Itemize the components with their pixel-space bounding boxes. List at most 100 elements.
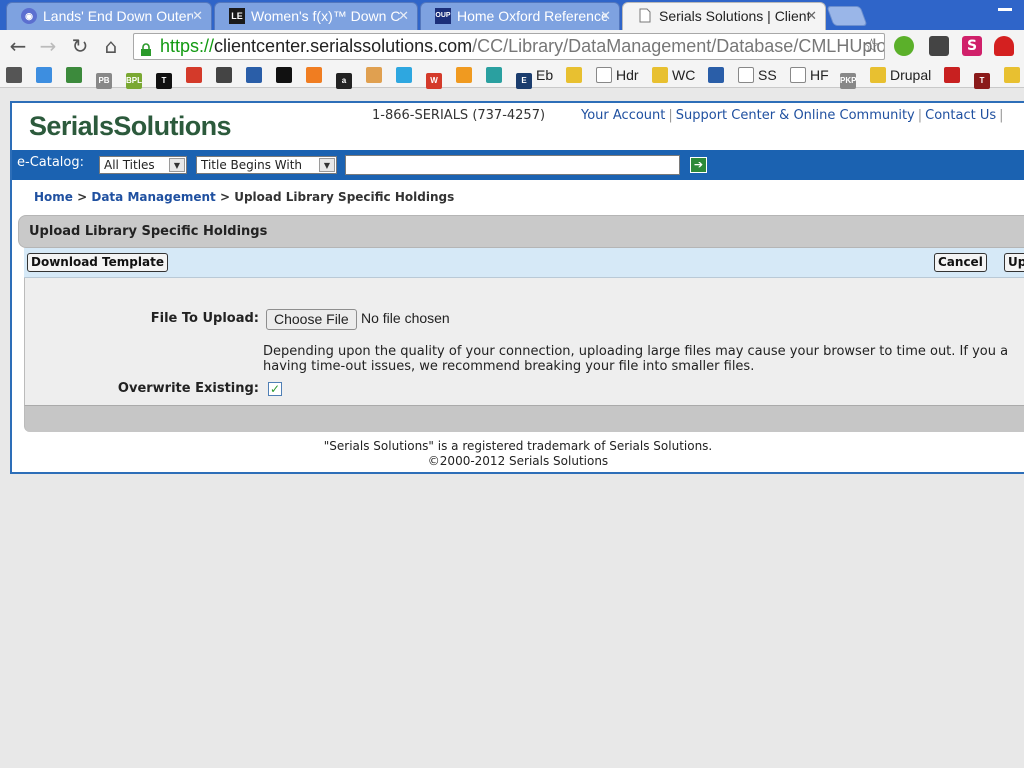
support-phone: 1-866-SERIALS (737-4257) <box>372 108 546 123</box>
new-tab-button[interactable] <box>826 6 868 26</box>
bookmark-star-icon[interactable]: ☆ <box>863 34 880 59</box>
copyright-notice: ©2000-2012 Serials Solutions <box>427 454 609 468</box>
bookmark-label: Hdr <box>616 67 639 83</box>
upload-button[interactable]: Up <box>1004 253 1024 272</box>
bookmark-label: Eb <box>536 67 554 83</box>
twitter-icon <box>396 67 412 83</box>
rss-icon: ◉ <box>21 8 37 24</box>
search-go-button[interactable]: ➔ <box>690 157 707 173</box>
page-icon <box>790 67 806 83</box>
breadcrumb-current: Upload Library Specific Holdings <box>234 190 455 204</box>
bookmark-item[interactable] <box>246 66 262 85</box>
ecatalog-search-bar: e-Catalog: All Titles ▼ Title Begins Wit… <box>12 150 1024 180</box>
bookmark-item[interactable] <box>216 66 232 85</box>
browser-tab-oxford-reference[interactable]: OUP Home Oxford Reference ✕ <box>420 2 620 30</box>
bookmark-item[interactable]: T <box>974 66 990 89</box>
serials-solutions-logo[interactable]: SerialsSolutions <box>29 111 232 142</box>
bookmark-item[interactable]: E Eb <box>516 66 554 89</box>
bookmark-item[interactable]: SS <box>738 66 777 85</box>
bookmark-item[interactable]: W <box>426 66 442 89</box>
bookmark-item[interactable]: T <box>156 66 172 89</box>
bookmark-item[interactable]: Drupal <box>870 66 931 85</box>
page-icon <box>596 67 612 83</box>
browser-tab-lands-end[interactable]: ◉ Lands' End Down Outerw ✕ <box>6 2 212 30</box>
close-icon[interactable]: ✕ <box>398 3 409 29</box>
pkp-icon: PKP <box>840 73 856 89</box>
panel-footer <box>24 405 1024 432</box>
bookmark-item[interactable]: HF <box>790 66 829 85</box>
face-icon <box>366 67 382 83</box>
bookmark-item[interactable]: PB <box>96 66 112 89</box>
header-links: Your Account | Support Center & Online Com… <box>581 108 1007 123</box>
bookmark-label: WC <box>672 67 696 83</box>
reload-icon[interactable]: ↻ <box>68 34 92 58</box>
your-account-link[interactable]: Your Account <box>581 108 665 123</box>
support-center-link[interactable]: Support Center & Online Community <box>676 108 915 123</box>
upload-form: File To Upload: Choose File No file chos… <box>24 278 1024 405</box>
close-icon[interactable]: ✕ <box>192 3 203 29</box>
close-icon[interactable]: ✕ <box>806 3 817 29</box>
folder-icon <box>870 67 886 83</box>
address-bar[interactable]: https://clientcenter.serialssolutions.co… <box>133 33 885 60</box>
match-type-select[interactable]: Title Begins With ▼ <box>196 156 337 174</box>
tab-title: Women's f(x)™ Down Co <box>251 8 401 24</box>
checkmark-icon: ✓ <box>269 382 281 396</box>
bookmark-item[interactable] <box>456 66 472 85</box>
browser-tabstrip: ◉ Lands' End Down Outerw ✕ LE Women's f(… <box>0 0 1024 30</box>
e-icon: E <box>516 73 532 89</box>
red-car-icon[interactable] <box>994 36 1014 56</box>
bookmark-item[interactable] <box>276 66 292 85</box>
grid-icon <box>456 67 472 83</box>
match-type-value: Title Begins With <box>201 158 303 172</box>
cancel-button[interactable]: Cancel <box>934 253 987 272</box>
bookmark-item[interactable] <box>306 66 322 85</box>
folder-icon <box>652 67 668 83</box>
extension-green-ball-icon[interactable] <box>894 36 914 56</box>
wordpress-icon <box>216 67 232 83</box>
bookmark-item[interactable] <box>366 66 382 85</box>
lock-icon <box>140 39 152 56</box>
action-bar: Download Template Cancel Up <box>24 248 1024 278</box>
link-separator: | <box>917 108 923 123</box>
bookmark-item[interactable]: WC <box>652 66 695 85</box>
bpl-icon: BPL <box>126 73 142 89</box>
bookmark-item[interactable] <box>6 66 22 85</box>
bookmark-label: SS <box>758 67 777 83</box>
dropbox-icon <box>36 67 52 83</box>
choose-file-button[interactable]: Choose File <box>266 309 357 330</box>
minimize-icon[interactable] <box>998 8 1012 11</box>
ecatalog-search-input[interactable] <box>345 155 680 175</box>
note-line: Depending upon the quality of your conne… <box>263 344 1009 359</box>
back-arrow-icon[interactable]: ← <box>6 34 30 58</box>
bookmark-item[interactable] <box>944 66 960 85</box>
bookmark-item[interactable]: a <box>336 66 352 89</box>
title-scope-select[interactable]: All Titles ▼ <box>99 156 187 174</box>
home-icon[interactable]: ⌂ <box>99 34 123 58</box>
bookmark-item[interactable]: BPL <box>126 66 142 89</box>
download-template-button[interactable]: Download Template <box>27 253 168 272</box>
close-icon[interactable]: ✕ <box>600 3 611 29</box>
bookmark-item[interactable]: PB <box>1004 66 1024 85</box>
bookmark-item[interactable] <box>486 66 502 85</box>
bookmark-item[interactable]: Hdr <box>596 66 639 85</box>
forward-arrow-icon[interactable]: → <box>36 34 60 58</box>
s-extension-icon[interactable]: S <box>962 36 982 56</box>
breadcrumb-data-management[interactable]: Data Management <box>91 190 215 204</box>
le-icon: LE <box>229 8 245 24</box>
evernote-icon[interactable] <box>929 36 949 56</box>
browser-tab-serials-solutions[interactable]: Serials Solutions | Client ✕ <box>622 2 826 30</box>
breadcrumb-home[interactable]: Home <box>34 190 73 204</box>
contact-us-link[interactable]: Contact Us <box>925 108 996 123</box>
tab-title: Home Oxford Reference <box>457 8 607 24</box>
bookmark-item[interactable] <box>186 66 202 85</box>
red-doc-icon <box>186 67 202 83</box>
bookmark-item[interactable] <box>36 66 52 85</box>
overwrite-existing-label: Overwrite Existing: <box>117 381 259 396</box>
bookmark-item[interactable] <box>566 66 582 85</box>
bookmark-item[interactable] <box>66 66 82 85</box>
bookmark-item[interactable]: PKP <box>840 66 856 89</box>
bookmark-item[interactable] <box>396 66 412 85</box>
browser-tab-womens-fx[interactable]: LE Women's f(x)™ Down Co ✕ <box>214 2 418 30</box>
overwrite-existing-checkbox[interactable]: ✓ <box>268 382 282 396</box>
bookmark-item[interactable] <box>708 66 724 85</box>
